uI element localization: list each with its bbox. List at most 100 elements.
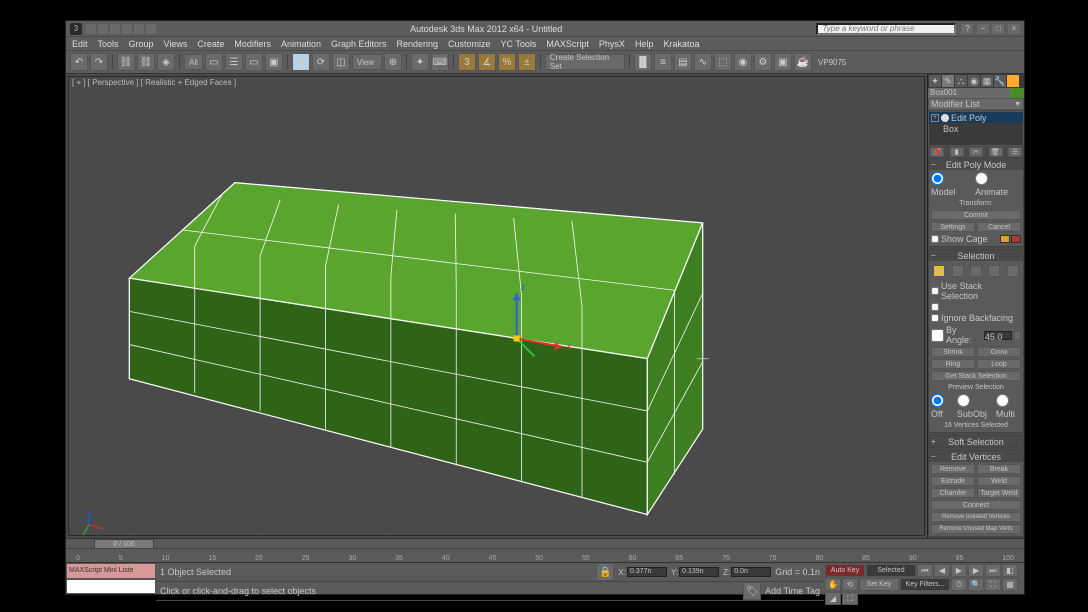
radio-off[interactable]: Off: [931, 394, 951, 419]
redo-icon[interactable]: ↷: [90, 53, 108, 71]
time-slider[interactable]: 0 / 100: [94, 539, 154, 549]
grow-button[interactable]: Grow: [977, 347, 1021, 357]
render-icon[interactable]: ☕: [794, 53, 812, 71]
isolate-icon[interactable]: ◧: [1002, 564, 1018, 577]
z-input[interactable]: 0.0n: [731, 567, 771, 577]
create-tab-icon[interactable]: ✦: [929, 75, 941, 87]
manipulate-icon[interactable]: ✦: [411, 53, 429, 71]
radio-model[interactable]: Model: [931, 172, 969, 197]
spinner-icon[interactable]: [1014, 331, 1021, 340]
keyboard-icon[interactable]: ⌨: [431, 53, 449, 71]
edge-icon[interactable]: [952, 265, 964, 277]
display-tab-icon[interactable]: ▦: [981, 75, 993, 87]
schematic-icon[interactable]: ⬚: [714, 53, 732, 71]
perspective-viewport[interactable]: [ + ] [ Perspective ] [ Realistic + Edge…: [68, 76, 925, 536]
zoom-icon[interactable]: 🔍: [968, 578, 984, 591]
menu-tools[interactable]: Tools: [98, 39, 119, 49]
showcage-checkbox[interactable]: [931, 235, 939, 243]
menu-grapheditors[interactable]: Graph Editors: [331, 39, 387, 49]
pan-icon[interactable]: ✋: [825, 578, 841, 591]
object-name-input[interactable]: Box001: [928, 88, 1010, 98]
timetag-icon[interactable]: 🏷: [743, 582, 761, 600]
keyfilters-button[interactable]: Key Filters...: [900, 578, 950, 591]
byvertex-checkbox[interactable]: [931, 303, 939, 311]
fov-icon[interactable]: ◢: [825, 592, 841, 605]
weld-button[interactable]: Weld: [977, 476, 1021, 486]
y-input[interactable]: 0.139n: [679, 567, 719, 577]
qat-save-icon[interactable]: [110, 24, 120, 34]
make-unique-icon[interactable]: ✂: [969, 147, 983, 157]
ring-button[interactable]: Ring: [931, 359, 975, 369]
menu-modifiers[interactable]: Modifiers: [234, 39, 271, 49]
menu-rendering[interactable]: Rendering: [397, 39, 439, 49]
targetweld-button[interactable]: Target Weld: [977, 488, 1021, 498]
max-viewport-icon[interactable]: ⛶: [842, 592, 858, 605]
keymode-dropdown[interactable]: Selected: [866, 564, 916, 577]
render-setup-icon[interactable]: ⚙: [754, 53, 772, 71]
spinner-snap-icon[interactable]: ±: [518, 53, 536, 71]
menu-group[interactable]: Group: [129, 39, 154, 49]
stack-item-editpoly[interactable]: + Edit Poly: [929, 112, 1023, 123]
radio-multi[interactable]: Multi: [996, 394, 1021, 419]
prev-frame-icon[interactable]: ◀: [934, 564, 950, 577]
show-result-icon[interactable]: ▮: [950, 147, 964, 157]
unlink-icon[interactable]: ⛓: [137, 53, 155, 71]
angle-input[interactable]: 45.0: [984, 331, 1012, 340]
expand-icon[interactable]: +: [931, 114, 939, 122]
menu-create[interactable]: Create: [197, 39, 224, 49]
settings-button[interactable]: Settings: [931, 222, 975, 232]
close-icon[interactable]: ×: [1008, 24, 1020, 34]
snap-icon[interactable]: 3: [458, 53, 476, 71]
menu-help[interactable]: Help: [635, 39, 654, 49]
object-color-swatch[interactable]: [1010, 88, 1024, 98]
cage-color1[interactable]: [1000, 235, 1010, 243]
help-icon[interactable]: ?: [961, 24, 973, 34]
help-search-input[interactable]: [816, 23, 956, 35]
break-button[interactable]: Break: [977, 464, 1021, 474]
minimize-icon[interactable]: −: [977, 24, 989, 34]
maximize-icon[interactable]: □: [992, 24, 1004, 34]
maxscript-listener[interactable]: MAXScript Mini Liste: [66, 563, 156, 594]
selection-filter-dropdown[interactable]: All: [184, 54, 203, 70]
qat-open-icon[interactable]: [98, 24, 108, 34]
selection-set-dropdown[interactable]: Create Selection Set: [545, 54, 625, 70]
usestack-checkbox[interactable]: [931, 287, 939, 295]
autokey-button[interactable]: Auto Key: [825, 564, 865, 577]
time-ruler[interactable]: 0510152025303540455055606570758085909510…: [66, 548, 1024, 562]
x-input[interactable]: 0.377n: [627, 567, 667, 577]
layers-icon[interactable]: ▤: [674, 53, 692, 71]
render-frame-icon[interactable]: ▣: [774, 53, 792, 71]
shrink-button[interactable]: Shrink: [931, 347, 975, 357]
polygon-icon[interactable]: [988, 265, 1000, 277]
extrude-button[interactable]: Extrude: [931, 476, 975, 486]
removeiso-button[interactable]: Remove Isolated Vertices: [931, 512, 1021, 522]
modifier-stack[interactable]: + Edit Poly Box: [928, 111, 1024, 146]
menu-views[interactable]: Views: [164, 39, 188, 49]
remove-mod-icon[interactable]: 🗑: [989, 147, 1003, 157]
chamfer-button[interactable]: Chamfer: [931, 488, 975, 498]
undo-icon[interactable]: ↶: [70, 53, 88, 71]
rollout-header[interactable]: +Soft Selection: [929, 436, 1023, 447]
orbit-icon[interactable]: ⟲: [842, 578, 858, 591]
angle-snap-icon[interactable]: ∡: [478, 53, 496, 71]
rollout-header[interactable]: −Edit Poly Mode: [929, 159, 1023, 170]
refcoord-dropdown[interactable]: View: [352, 54, 382, 70]
scale-icon[interactable]: ◫: [332, 53, 350, 71]
commit-button[interactable]: Commit: [931, 210, 1021, 220]
qat-new-icon[interactable]: [86, 24, 96, 34]
align-icon[interactable]: ≡: [654, 53, 672, 71]
stack-item-box[interactable]: Box: [929, 123, 1023, 134]
menu-physx[interactable]: PhysX: [599, 39, 625, 49]
percent-snap-icon[interactable]: %: [498, 53, 516, 71]
pivot-icon[interactable]: ⊕: [384, 53, 402, 71]
link-icon[interactable]: ⛓: [117, 53, 135, 71]
move-icon[interactable]: ✥: [292, 53, 310, 71]
mirror-icon[interactable]: ▐▌: [634, 53, 652, 71]
goto-start-icon[interactable]: ⏮: [917, 564, 933, 577]
removeunused-button[interactable]: Remove Unused Map Verts: [931, 524, 1021, 534]
addtime-label[interactable]: Add Time Tag: [765, 586, 820, 596]
goto-end-icon[interactable]: ⏭: [985, 564, 1001, 577]
bulb-icon[interactable]: [941, 114, 949, 122]
getstack-button[interactable]: Get Stack Selection: [931, 371, 1021, 381]
select-name-icon[interactable]: ☰: [225, 53, 243, 71]
